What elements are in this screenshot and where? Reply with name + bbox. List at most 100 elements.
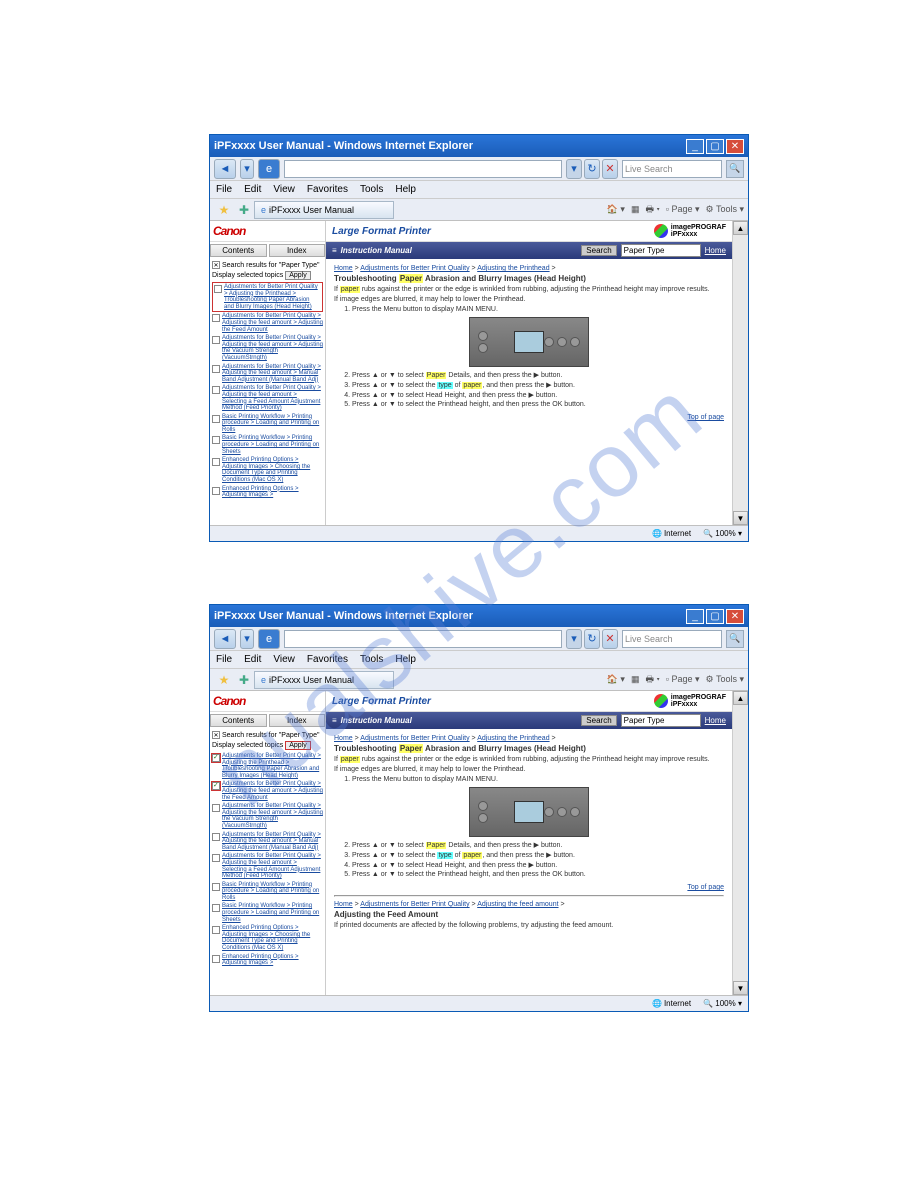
feed-icon[interactable]: ▦	[631, 674, 640, 685]
content-search-input[interactable]	[621, 714, 701, 727]
result-checkbox[interactable]	[212, 955, 220, 963]
search-result[interactable]: Basic Printing Workflow > Printing proce…	[212, 413, 323, 435]
stop-button[interactable]: ✕	[602, 629, 618, 649]
close-button[interactable]: ✕	[726, 139, 744, 154]
menu-favorites[interactable]: Favorites	[307, 654, 348, 665]
search-result[interactable]: Basic Printing Workflow > Printing proce…	[212, 881, 323, 903]
contents-tab[interactable]: Contents	[210, 714, 267, 727]
index-tab[interactable]: Index	[269, 244, 326, 257]
scroll-track[interactable]	[733, 705, 748, 981]
feed-icon[interactable]: ▦	[631, 204, 640, 215]
browser-tab[interactable]: e iPFxxxx User Manual	[254, 201, 394, 219]
home-icon[interactable]: 🏠 ▾	[607, 204, 625, 215]
menu-help[interactable]: Help	[395, 184, 416, 195]
go-button[interactable]: ▾	[566, 629, 582, 649]
print-icon[interactable]: 🖶 ▾	[645, 672, 659, 688]
search-result[interactable]: Adjustments for Better Print Quality > A…	[212, 831, 323, 853]
crumb-head[interactable]: Adjusting the Printhead	[477, 265, 549, 272]
result-checkbox[interactable]	[214, 285, 222, 293]
index-tab[interactable]: Index	[269, 714, 326, 727]
search-result-1[interactable]: Adjustments for Better Print Quality > A…	[212, 752, 323, 780]
result-checkbox[interactable]	[212, 904, 220, 912]
result-checkbox[interactable]	[212, 365, 220, 373]
crumb-adj[interactable]: Adjustments for Better Print Quality	[360, 901, 469, 908]
result-checkbox[interactable]	[212, 386, 220, 394]
crumb-head[interactable]: Adjusting the Printhead	[477, 735, 549, 742]
search-result[interactable]: Adjustments for Better Print Quality > A…	[212, 802, 323, 830]
result-checkbox[interactable]	[212, 487, 220, 495]
tools-menu[interactable]: ⚙ Tools ▾	[706, 204, 744, 215]
search-result[interactable]: Adjustments for Better Print Quality > A…	[212, 384, 323, 412]
search-result[interactable]: Enhanced Printing Options > Adjusting Im…	[212, 456, 323, 484]
crumb-home[interactable]: Home	[334, 735, 353, 742]
home-link[interactable]: Home	[705, 716, 726, 725]
menu-edit[interactable]: Edit	[244, 654, 261, 665]
forward-button[interactable]: ▾	[240, 159, 254, 179]
apply-button[interactable]: Apply	[285, 271, 311, 280]
menu-icon[interactable]: ≡	[332, 246, 337, 255]
browser-search[interactable]: Live Search	[622, 160, 722, 178]
scroll-up-button[interactable]: ▲	[733, 221, 748, 235]
zoom-level[interactable]: 🔍 100% ▾	[703, 529, 742, 538]
result-checkbox[interactable]	[212, 458, 220, 466]
top-of-page-link[interactable]: Top of page	[687, 884, 724, 891]
menu-view[interactable]: View	[273, 654, 295, 665]
refresh-button[interactable]: ↻	[584, 159, 600, 179]
print-icon[interactable]: 🖶 ▾	[645, 202, 659, 218]
result-checkbox-checked[interactable]	[212, 754, 220, 762]
content-search-button[interactable]: Search	[581, 245, 616, 256]
search-result[interactable]: Adjustments for Better Print Quality > A…	[212, 334, 323, 362]
search-result-1[interactable]: Adjustments for Better Print Quality > A…	[212, 282, 323, 312]
crumb-adj[interactable]: Adjustments for Better Print Quality	[360, 735, 469, 742]
search-go-button[interactable]: 🔍	[726, 160, 744, 178]
minimize-button[interactable]: _	[686, 139, 704, 154]
stop-button[interactable]: ✕	[602, 159, 618, 179]
crumb-adj[interactable]: Adjustments for Better Print Quality	[360, 265, 469, 272]
tools-menu[interactable]: ⚙ Tools ▾	[706, 674, 744, 685]
content-search-input[interactable]	[621, 244, 701, 257]
result-checkbox[interactable]	[212, 415, 220, 423]
crumb-home[interactable]: Home	[334, 901, 353, 908]
result-checkbox[interactable]	[212, 314, 220, 322]
crumb-feed[interactable]: Adjusting the feed amount	[477, 901, 558, 908]
result-checkbox[interactable]	[212, 883, 220, 891]
maximize-button[interactable]: ▢	[706, 139, 724, 154]
menu-favorites[interactable]: Favorites	[307, 184, 348, 195]
back-button[interactable]: ◄	[214, 159, 236, 179]
search-result[interactable]: Enhanced Printing Options > Adjusting Im…	[212, 485, 323, 500]
top-of-page-link[interactable]: Top of page	[687, 414, 724, 421]
result-checkbox[interactable]	[212, 336, 220, 344]
address-bar[interactable]	[284, 160, 562, 178]
refresh-button[interactable]: ↻	[584, 629, 600, 649]
search-result[interactable]: Basic Printing Workflow > Printing proce…	[212, 434, 323, 456]
search-result[interactable]: Enhanced Printing Options > Adjusting Im…	[212, 924, 323, 952]
menu-help[interactable]: Help	[395, 654, 416, 665]
back-button[interactable]: ◄	[214, 629, 236, 649]
search-go-button[interactable]: 🔍	[726, 630, 744, 648]
search-result[interactable]: Basic Printing Workflow > Printing proce…	[212, 902, 323, 924]
close-button[interactable]: ✕	[726, 609, 744, 624]
search-result[interactable]: Enhanced Printing Options > Adjusting Im…	[212, 953, 323, 968]
search-result[interactable]: Adjustments for Better Print Quality > A…	[212, 852, 323, 880]
address-bar[interactable]	[284, 630, 562, 648]
browser-tab[interactable]: e iPFxxxx User Manual	[254, 671, 394, 689]
page-menu[interactable]: ▫ Page ▾	[666, 204, 700, 215]
add-fav-icon[interactable]: ✚	[236, 202, 252, 218]
menu-icon[interactable]: ≡	[332, 716, 337, 725]
home-link[interactable]: Home	[705, 246, 726, 255]
maximize-button[interactable]: ▢	[706, 609, 724, 624]
zoom-level[interactable]: 🔍 100% ▾	[703, 999, 742, 1008]
page-menu[interactable]: ▫ Page ▾	[666, 674, 700, 685]
menu-edit[interactable]: Edit	[244, 184, 261, 195]
result-checkbox[interactable]	[212, 436, 220, 444]
close-x-icon[interactable]: ✕	[212, 261, 220, 269]
home-icon[interactable]: 🏠 ▾	[607, 674, 625, 685]
menu-view[interactable]: View	[273, 184, 295, 195]
close-x-icon[interactable]: ✕	[212, 731, 220, 739]
go-button[interactable]: ▾	[566, 159, 582, 179]
contents-tab[interactable]: Contents	[210, 244, 267, 257]
content-search-button[interactable]: Search	[581, 715, 616, 726]
add-fav-icon[interactable]: ✚	[236, 672, 252, 688]
result-checkbox[interactable]	[212, 833, 220, 841]
menu-file[interactable]: File	[216, 654, 232, 665]
